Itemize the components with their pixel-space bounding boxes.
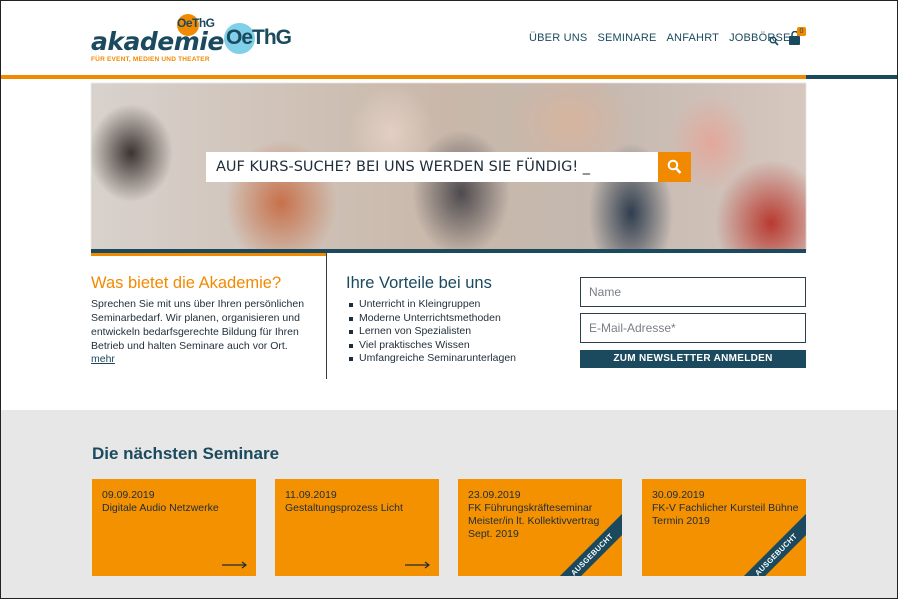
benefits-list: Unterricht in Kleingruppen Moderne Unter…	[346, 298, 516, 366]
header-stripe-navy	[806, 75, 897, 79]
seminars-section: Die nächsten Seminare 09.09.2019 Digital…	[1, 410, 897, 598]
search-submit-button[interactable]	[658, 152, 691, 182]
list-item: Viel praktisches Wissen	[346, 339, 516, 353]
seminar-title: FK Führungskräfteseminar Meister/in lt. …	[468, 502, 600, 540]
list-item: Lernen von Spezialisten	[346, 325, 516, 339]
list-item: Unterricht in Kleingruppen	[346, 298, 516, 312]
seminar-title: Digitale Audio Netzwerke	[102, 502, 219, 514]
arrow-right-icon	[405, 561, 430, 569]
nav-seminare[interactable]: SEMINARE	[597, 32, 656, 44]
about-title: Was bietet die Akademie?	[91, 274, 282, 292]
seminars-title: Die nächsten Seminare	[92, 444, 280, 463]
seminar-date: 23.09.2019	[468, 489, 521, 501]
main-nav: ÜBER UNS SEMINARE ANFAHRT JOBBÖRSE	[529, 32, 791, 44]
newsletter-name-field[interactable]: Name	[580, 277, 806, 307]
nav-anfahrt[interactable]: ANFAHRT	[667, 32, 720, 44]
about-text: Sprechen Sie mit uns über Ihren persönli…	[91, 298, 305, 352]
about-section: Was bietet die Akademie? Sprechen Sie mi…	[91, 253, 327, 379]
site-header: OeThG akademie FÜR EVENT, MEDIEN UND THE…	[1, 1, 897, 75]
newsletter-email-field[interactable]: E-Mail-Adresse*	[580, 313, 806, 343]
logo-word: akademie	[91, 27, 224, 56]
partner-logo-text: OeThG	[226, 26, 292, 49]
cart-count-badge: 0	[797, 27, 806, 36]
header-stripe-orange	[1, 75, 806, 79]
newsletter-subscribe-button[interactable]: ZUM NEWSLETTER ANMELDEN	[580, 350, 806, 368]
about-more-link[interactable]: mehr	[91, 353, 115, 365]
list-item: Umfangreiche Seminarunterlagen	[346, 352, 516, 366]
search-icon	[667, 159, 682, 174]
list-item: Moderne Unterrichtsmethoden	[346, 312, 516, 326]
seminar-card[interactable]: 09.09.2019 Digitale Audio Netzwerke	[92, 479, 256, 576]
seminar-date: 11.09.2019	[285, 489, 337, 501]
column-divider	[326, 253, 327, 379]
seminar-date: 09.09.2019	[102, 489, 155, 501]
benefits-title: Ihre Vorteile bei uns	[346, 274, 492, 292]
seminar-title: FK-V Fachlicher Kursteil Bühne Termin 20…	[652, 502, 799, 527]
seminar-card[interactable]: 23.09.2019 FK Führungskräfteseminar Meis…	[458, 479, 622, 576]
seminar-card[interactable]: 30.09.2019 FK-V Fachlicher Kursteil Bühn…	[642, 479, 806, 576]
arrow-right-icon	[222, 561, 247, 569]
akademie-logo[interactable]: OeThG akademie FÜR EVENT, MEDIEN UND THE…	[91, 13, 224, 63]
nav-jobboerse[interactable]: JOBBÖRSE	[729, 32, 791, 44]
cart-icon[interactable]: 0	[788, 27, 808, 47]
search-icon[interactable]	[769, 33, 779, 46]
page-frame: OeThG akademie FÜR EVENT, MEDIEN UND THE…	[0, 0, 898, 599]
seminar-date: 30.09.2019	[652, 489, 705, 501]
nav-ueber-uns[interactable]: ÜBER UNS	[529, 32, 587, 44]
seminar-title: Gestaltungsprozess Licht	[285, 502, 403, 514]
course-search-input[interactable]: AUF KURS-SUCHE? BEI UNS WERDEN SIE FÜNDI…	[206, 152, 658, 182]
logo-tagline: FÜR EVENT, MEDIEN UND THEATER	[91, 56, 210, 63]
benefits-section: Ihre Vorteile bei uns Unterricht in Klei…	[346, 253, 566, 379]
seminar-card[interactable]: 11.09.2019 Gestaltungsprozess Licht	[275, 479, 439, 576]
oethg-partner-logo[interactable]: OeThG	[224, 23, 292, 55]
